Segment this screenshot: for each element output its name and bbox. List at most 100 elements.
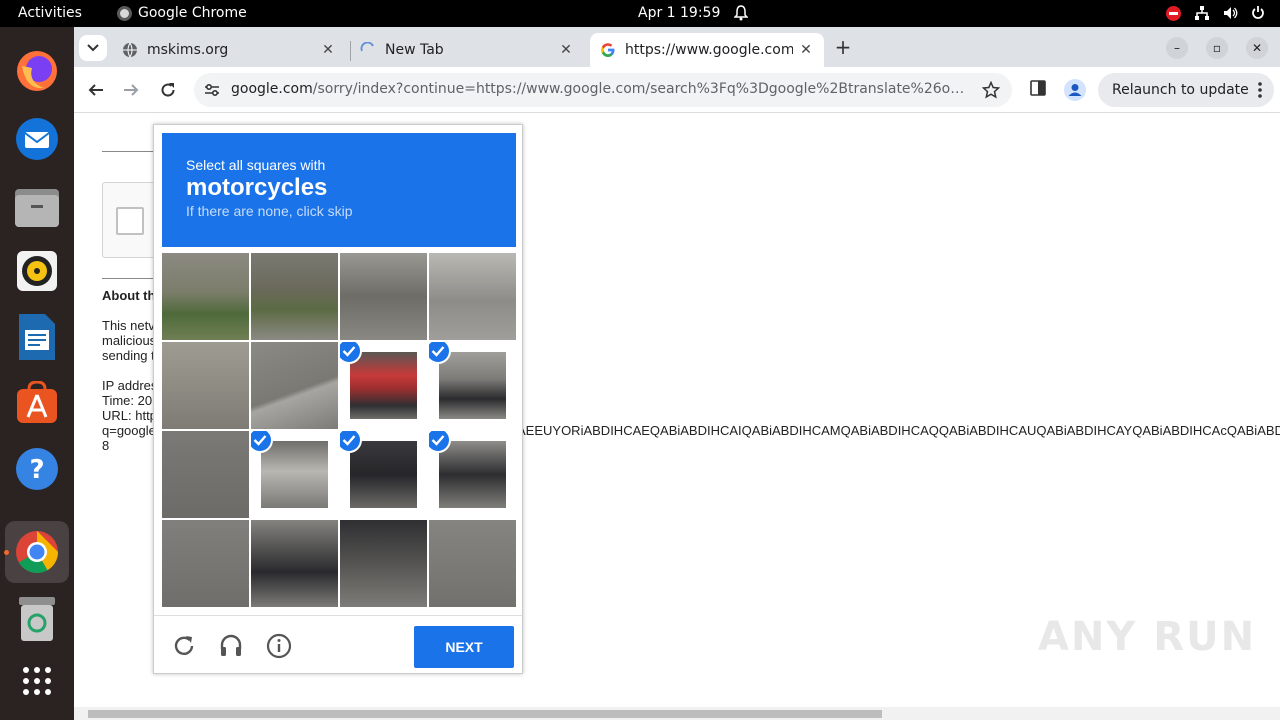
captcha-tile-image xyxy=(340,253,427,340)
arrow-right-icon xyxy=(124,84,139,96)
tab-close-button[interactable]: ✕ xyxy=(558,42,574,58)
captcha-tile[interactable] xyxy=(162,431,249,518)
firefox-icon xyxy=(17,51,57,91)
challenge-instruction: Select all squares with xyxy=(186,157,326,173)
captcha-tile[interactable] xyxy=(162,253,249,340)
text-line: sending t xyxy=(102,348,155,363)
system-top-bar: Activities Google Chrome Apr 1 19:59 xyxy=(0,0,1280,27)
help-launcher[interactable]: ? xyxy=(13,445,61,493)
power-icon[interactable] xyxy=(1252,5,1264,21)
tab-new-tab[interactable]: New Tab ✕ xyxy=(352,33,584,67)
app-center-launcher[interactable] xyxy=(13,379,61,427)
captcha-tile[interactable] xyxy=(251,520,338,607)
reload-icon xyxy=(161,83,175,97)
app-center-icon xyxy=(17,381,57,423)
profile-button[interactable] xyxy=(1064,79,1086,101)
tab-title: https://www.google.com xyxy=(625,42,793,58)
forward-button[interactable] xyxy=(119,78,143,102)
tab-close-button[interactable]: ✕ xyxy=(320,42,336,58)
url-host: google.com xyxy=(231,81,313,97)
thunderbird-launcher[interactable] xyxy=(13,115,61,163)
tab-separator xyxy=(350,41,351,61)
firefox-launcher[interactable] xyxy=(13,47,61,95)
url-path: /sorry/index?continue=https://www.google… xyxy=(312,81,971,97)
side-panel-icon[interactable] xyxy=(1030,80,1046,96)
about-heading: About th xyxy=(102,288,156,303)
rhythmbox-icon xyxy=(17,251,57,291)
captcha-tile[interactable] xyxy=(162,342,249,429)
google-g-icon xyxy=(601,43,615,57)
tab-google-active[interactable]: https://www.google.com ✕ xyxy=(590,33,824,67)
scrollbar-thumb[interactable] xyxy=(88,710,882,718)
captcha-tile[interactable] xyxy=(162,520,249,607)
tab-title: New Tab xyxy=(385,42,444,58)
audio-challenge-icon[interactable] xyxy=(218,633,244,659)
captcha-tile[interactable] xyxy=(429,342,516,429)
back-button[interactable] xyxy=(84,78,108,102)
captcha-tile[interactable] xyxy=(340,342,427,429)
app-menu[interactable]: Google Chrome xyxy=(117,5,247,21)
recaptcha-checkbox[interactable] xyxy=(116,207,144,235)
captcha-tile[interactable] xyxy=(340,431,427,518)
about-paragraph: This netv malicious sending t xyxy=(102,318,156,363)
show-apps-button[interactable] xyxy=(13,657,61,705)
tab-close-button[interactable]: ✕ xyxy=(798,42,814,58)
url-text[interactable]: google.com/sorry/index?continue=https://… xyxy=(231,81,971,97)
minimize-button[interactable]: – xyxy=(1166,37,1188,59)
captcha-tile[interactable] xyxy=(429,431,516,518)
running-indicator xyxy=(4,550,9,555)
system-tray[interactable] xyxy=(1166,5,1264,21)
text-line: This netv xyxy=(102,318,155,333)
tab-mskims[interactable]: mskims.org ✕ xyxy=(114,33,346,67)
captcha-tile-image xyxy=(340,520,427,607)
divider xyxy=(102,278,154,279)
reload-challenge-icon[interactable] xyxy=(171,633,197,659)
captcha-tile[interactable] xyxy=(340,520,427,607)
tab-search-button[interactable] xyxy=(79,35,107,61)
globe-icon xyxy=(123,42,137,58)
captcha-tile-image xyxy=(162,431,249,518)
captcha-tile[interactable] xyxy=(429,520,516,607)
captcha-tile-image xyxy=(251,253,338,340)
avatar-icon xyxy=(1068,84,1082,96)
ip-address-line: IP addres xyxy=(102,378,158,393)
relaunch-to-update-button[interactable]: Relaunch to update xyxy=(1098,73,1274,107)
thunderbird-icon xyxy=(16,118,58,160)
chrome-launcher[interactable] xyxy=(5,521,69,583)
captcha-tile-image xyxy=(439,352,506,419)
files-launcher[interactable] xyxy=(13,182,61,230)
files-icon xyxy=(15,189,59,227)
writer-launcher[interactable] xyxy=(13,313,61,361)
maximize-button[interactable]: ▫ xyxy=(1206,37,1228,59)
challenge-target: motorcycles xyxy=(186,174,328,201)
captcha-tile[interactable] xyxy=(251,253,338,340)
anyrun-watermark: ANY RUN xyxy=(1038,614,1257,660)
captcha-tile[interactable] xyxy=(251,431,338,518)
captcha-tile-image xyxy=(429,253,516,340)
bookmark-star-icon[interactable] xyxy=(982,81,1000,99)
request-info: IP addres Time: 20 URL: http q=google 8 xyxy=(102,378,157,453)
clock[interactable]: Apr 1 19:59 xyxy=(638,5,720,21)
new-tab-button[interactable]: + xyxy=(832,36,854,58)
captcha-tile[interactable] xyxy=(340,253,427,340)
site-info-icon[interactable] xyxy=(204,82,220,98)
activities-button[interactable]: Activities xyxy=(18,5,82,21)
next-button[interactable]: NEXT xyxy=(414,626,514,668)
alarm-bell-icon[interactable] xyxy=(734,5,748,21)
help-icon: ? xyxy=(16,448,58,490)
network-icon[interactable] xyxy=(1194,5,1210,21)
captcha-tile-image xyxy=(429,520,516,607)
captcha-tile-image xyxy=(261,441,328,508)
do-not-disturb-icon[interactable] xyxy=(1166,5,1181,21)
captcha-tile-image xyxy=(251,520,338,607)
close-window-button[interactable]: ✕ xyxy=(1246,37,1268,59)
reload-button[interactable] xyxy=(156,78,180,102)
captcha-tile[interactable] xyxy=(429,253,516,340)
info-icon[interactable] xyxy=(266,633,292,659)
captcha-tile[interactable] xyxy=(251,342,338,429)
rhythmbox-launcher[interactable] xyxy=(13,247,61,295)
volume-icon[interactable] xyxy=(1223,5,1239,21)
trash-launcher[interactable] xyxy=(13,595,61,643)
address-bar[interactable]: google.com/sorry/index?continue=https://… xyxy=(194,73,1012,107)
horizontal-scrollbar[interactable] xyxy=(74,707,1280,720)
